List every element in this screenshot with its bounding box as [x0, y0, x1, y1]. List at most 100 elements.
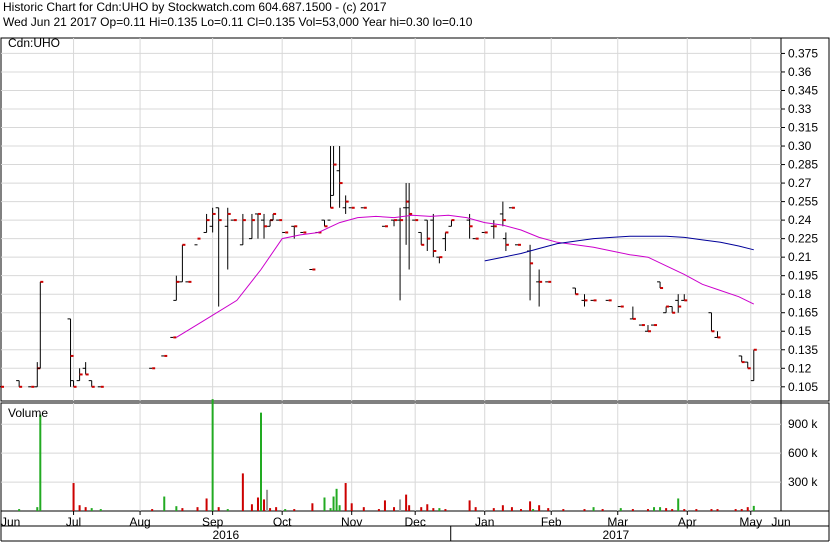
month-label: Oct	[273, 515, 292, 529]
price-tick-label: 0.255	[788, 195, 818, 209]
volume-tick-label: 900 k	[788, 417, 818, 431]
volume-bar	[420, 507, 423, 511]
volume-bar	[538, 505, 541, 511]
volume-bar	[592, 507, 595, 511]
volume-bar	[338, 505, 341, 511]
grid-lines	[1, 38, 781, 511]
price-tick-label: 0.21	[788, 250, 812, 264]
price-tick-label: 0.195	[788, 269, 818, 283]
volume-bar	[250, 504, 253, 511]
volume-bar	[335, 488, 338, 511]
volume-bar	[39, 414, 42, 511]
volume-bar	[175, 506, 178, 511]
volume-bar	[90, 508, 93, 511]
volume-bar	[329, 508, 332, 511]
price-tick-label: 0.225	[788, 232, 818, 246]
volume-bar	[217, 507, 220, 511]
volume-bar	[432, 508, 435, 511]
price-tick-label: 0.345	[788, 83, 818, 97]
volume-bar	[18, 509, 21, 511]
volume-bar	[583, 509, 586, 511]
volume-bar	[323, 497, 326, 511]
price-tick-label: 0.27	[788, 176, 812, 190]
volume-bar	[746, 507, 749, 511]
year-label: 2017	[603, 528, 630, 542]
stock-chart: 0.375 0.36 0.345 0.33 0.315 0.30 0.285 0.27 0.25…	[0, 36, 830, 542]
price-tick-label: 0.36	[788, 65, 812, 79]
month-label: Jan	[475, 515, 494, 529]
volume-bar	[78, 505, 81, 511]
volume-bar	[383, 500, 386, 511]
volume-bar	[547, 508, 550, 511]
month-label: Jun	[771, 515, 790, 529]
volume-bar	[263, 499, 266, 511]
volume-bar	[350, 503, 353, 511]
volume-bar	[510, 507, 513, 511]
month-label: Jun	[1, 515, 20, 529]
volume-bar	[293, 509, 296, 511]
volume-bar	[631, 509, 634, 511]
month-label: Aug	[129, 515, 150, 529]
price-tick-label: 0.375	[788, 46, 818, 60]
volume-bar	[426, 504, 429, 511]
volume-bar	[393, 507, 396, 511]
volume-bar	[72, 483, 75, 511]
volume-bar	[405, 494, 408, 511]
volume-bar	[399, 499, 402, 511]
volume-bars	[18, 399, 755, 511]
chart-frame: Historic Chart for Cdn:UHO by Stockwatch…	[0, 0, 830, 543]
volume-bar	[474, 507, 477, 511]
volume-bar	[332, 496, 335, 511]
volume-bar	[344, 483, 347, 511]
volume-bar	[677, 498, 680, 511]
volume-bar	[734, 509, 737, 511]
month-label: Nov	[341, 515, 362, 529]
volume-bar	[665, 508, 668, 511]
volume-bar	[562, 509, 565, 511]
price-tick-label: 0.135	[788, 343, 818, 357]
volume-bar	[671, 509, 674, 511]
volume-bar	[163, 496, 166, 511]
volume-bar	[84, 507, 87, 511]
volume-bar	[362, 507, 365, 511]
price-bars	[0, 146, 757, 388]
price-tick-label: 0.105	[788, 380, 818, 394]
volume-bar	[151, 509, 154, 511]
month-label: Dec	[405, 515, 426, 529]
volume-bar	[501, 505, 504, 511]
volume-bar	[444, 509, 447, 511]
panel-labels: Cdn:UHO Volume	[8, 36, 60, 420]
volume-bar	[532, 509, 535, 511]
volume-bar	[256, 497, 259, 511]
volume-bar	[377, 509, 380, 511]
volume-bar	[260, 412, 262, 511]
volume-bar	[266, 489, 269, 511]
volume-tick-label: 300 k	[788, 475, 818, 489]
month-label: Jul	[66, 515, 81, 529]
volume-bar	[619, 508, 622, 511]
month-label: May	[739, 515, 762, 529]
price-tick-label: 0.285	[788, 158, 818, 172]
price-tick-label: 0.24	[788, 213, 812, 227]
price-tick-label: 0.18	[788, 287, 812, 301]
volume-bar	[211, 399, 214, 511]
volume-bar	[659, 507, 662, 511]
volume-bar	[226, 509, 229, 511]
volume-bar	[196, 507, 199, 511]
volume-bar	[408, 505, 411, 511]
price-tick-label: 0.315	[788, 121, 818, 135]
volume-bar	[275, 507, 278, 511]
moving-averages	[176, 214, 755, 338]
month-label: Mar	[607, 515, 628, 529]
volume-panel-label: Volume	[8, 406, 48, 420]
volume-bar	[241, 473, 244, 511]
price-tick-label: 0.165	[788, 306, 818, 320]
volume-bar	[269, 508, 272, 511]
price-tick-label: 0.30	[788, 139, 812, 153]
price-tick-label: 0.12	[788, 361, 812, 375]
volume-bar	[710, 509, 713, 511]
volume-bar	[646, 509, 649, 511]
volume-bar	[752, 505, 755, 511]
volume-bar	[601, 509, 604, 511]
volume-bar	[716, 509, 719, 511]
